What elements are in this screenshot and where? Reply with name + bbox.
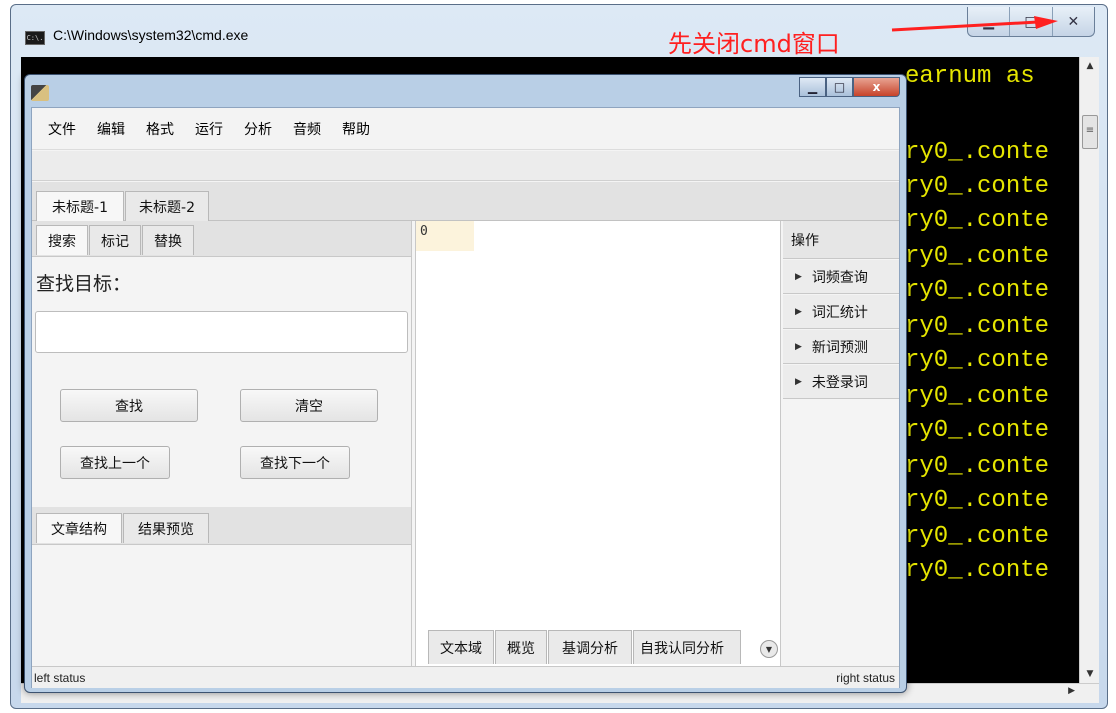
search-subtabs: 搜索 标记 替换 [32, 221, 411, 257]
find-next-button[interactable]: 查找下一个 [240, 446, 350, 479]
text-analysis-app-window: ▁ □ x 文件 编辑 格式 运行 分析 音频 帮助 未标题-1 未标题-2 搜… [24, 74, 907, 693]
scroll-up-icon[interactable]: ▲ [1080, 57, 1100, 75]
annotation-text: 先关闭cmd窗口 [668, 30, 840, 58]
menu-file[interactable]: 文件 [48, 119, 76, 139]
menu-analysis[interactable]: 分析 [244, 119, 272, 139]
tab-replace[interactable]: 替换 [142, 225, 194, 255]
find-target-input[interactable] [35, 311, 408, 353]
expand-triangle-icon: ▶ [795, 271, 802, 282]
left-panel: 搜索 标记 替换 查找目标： 查找 清空 查找上一个 查找下一个 文章结构 结果… [32, 221, 412, 666]
app-maximize-button[interactable]: □ [826, 77, 853, 97]
tab-article-structure[interactable]: 文章结构 [36, 513, 122, 543]
menu-bar: 文件 编辑 格式 运行 分析 音频 帮助 [32, 108, 899, 150]
console-line: ry0_.conte [905, 173, 1050, 200]
editor-view-tabs: 文本域 概览 基调分析 自我认同分析 ▼ [416, 618, 780, 665]
menu-audio[interactable]: 音频 [293, 119, 321, 139]
menu-edit[interactable]: 编辑 [97, 119, 125, 139]
operations-header: 操作 [783, 221, 899, 259]
left-status: left status [34, 671, 86, 685]
op-word-frequency-query[interactable]: ▶ 词频查询 [783, 260, 899, 294]
console-line: ry0_.conte [905, 277, 1050, 304]
tab-self-identity-analysis[interactable]: 自我认同分析 [633, 630, 741, 664]
menu-help[interactable]: 帮助 [342, 119, 370, 139]
operations-panel: 操作 ▶ 词频查询 ▶ 词汇统计 ▶ 新词预测 ▶ 未登录词 [783, 221, 899, 666]
app-logo-icon [31, 85, 49, 101]
cmd-app-icon: C:\. [25, 31, 45, 45]
console-line: ry0_.conte [905, 207, 1050, 234]
console-line: ry0_.conte [905, 417, 1050, 444]
op-label: 新词预测 [811, 339, 868, 356]
find-previous-button[interactable]: 查找上一个 [60, 446, 170, 479]
scroll-down-icon[interactable]: ▼ [1080, 665, 1100, 683]
console-line: ry0_.conte [905, 557, 1050, 584]
app-window-controls: ▁ □ x [799, 77, 900, 97]
console-line: ry0_.conte [905, 453, 1050, 480]
document-tabs: 未标题-1 未标题-2 [32, 182, 899, 221]
line-number: 0 [416, 221, 474, 251]
tab-search[interactable]: 搜索 [36, 225, 88, 255]
op-vocabulary-statistics[interactable]: ▶ 词汇统计 [783, 295, 899, 329]
tab-text-area[interactable]: 文本域 [428, 630, 494, 664]
expand-triangle-icon: ▶ [795, 341, 802, 352]
app-minimize-button[interactable]: ▁ [799, 77, 826, 97]
op-unregistered-words[interactable]: ▶ 未登录词 [783, 365, 899, 399]
tab-untitled-2[interactable]: 未标题-2 [125, 191, 209, 221]
console-line: ry0_.conte [905, 139, 1050, 166]
op-label: 未登录词 [811, 374, 868, 391]
cmd-window-title: C:\Windows\system32\cmd.exe [53, 27, 249, 43]
console-line: earnum as [905, 63, 1035, 90]
console-vertical-scrollbar[interactable]: ▲ ≡ ▼ [1079, 57, 1099, 683]
tab-result-preview[interactable]: 结果预览 [123, 513, 209, 543]
console-line: ry0_.conte [905, 383, 1050, 410]
op-new-word-prediction[interactable]: ▶ 新词预测 [783, 330, 899, 364]
scroll-right-icon[interactable]: ▶ [1068, 686, 1075, 696]
scroll-thumb[interactable]: ≡ [1082, 115, 1098, 149]
console-line: ry0_.conte [905, 523, 1050, 550]
chevron-down-icon[interactable]: ▼ [760, 640, 778, 658]
tab-mark[interactable]: 标记 [89, 225, 141, 255]
expand-triangle-icon: ▶ [795, 376, 802, 387]
find-button[interactable]: 查找 [60, 389, 198, 422]
app-client-area: 文件 编辑 格式 运行 分析 音频 帮助 未标题-1 未标题-2 搜索 标记 替… [31, 107, 900, 688]
tab-untitled-1[interactable]: 未标题-1 [36, 191, 124, 221]
console-line: ry0_.conte [905, 243, 1050, 270]
console-line: ry0_.conte [905, 347, 1050, 374]
expand-triangle-icon: ▶ [795, 306, 802, 317]
clear-button[interactable]: 清空 [240, 389, 378, 422]
right-status: right status [836, 671, 895, 685]
op-label: 词汇统计 [811, 304, 868, 321]
menu-run[interactable]: 运行 [195, 119, 223, 139]
status-bar: left status right status [32, 666, 899, 688]
annotation-arrow-icon [891, 16, 1058, 32]
op-label: 词频查询 [811, 269, 868, 286]
tab-tone-analysis[interactable]: 基调分析 [548, 630, 632, 664]
text-editor-area[interactable]: 0 文本域 概览 基调分析 自我认同分析 ▼ [415, 221, 781, 666]
structure-tabs: 文章结构 结果预览 [32, 507, 411, 545]
console-line: ry0_.conte [905, 487, 1050, 514]
find-target-label: 查找目标： [36, 273, 132, 295]
app-titlebar[interactable]: ▁ □ x [25, 75, 906, 105]
menu-format[interactable]: 格式 [146, 119, 174, 139]
console-line: ry0_.conte [905, 313, 1050, 340]
tab-overview[interactable]: 概览 [495, 630, 547, 664]
toolbar [32, 151, 899, 181]
app-close-button[interactable]: x [853, 77, 900, 97]
